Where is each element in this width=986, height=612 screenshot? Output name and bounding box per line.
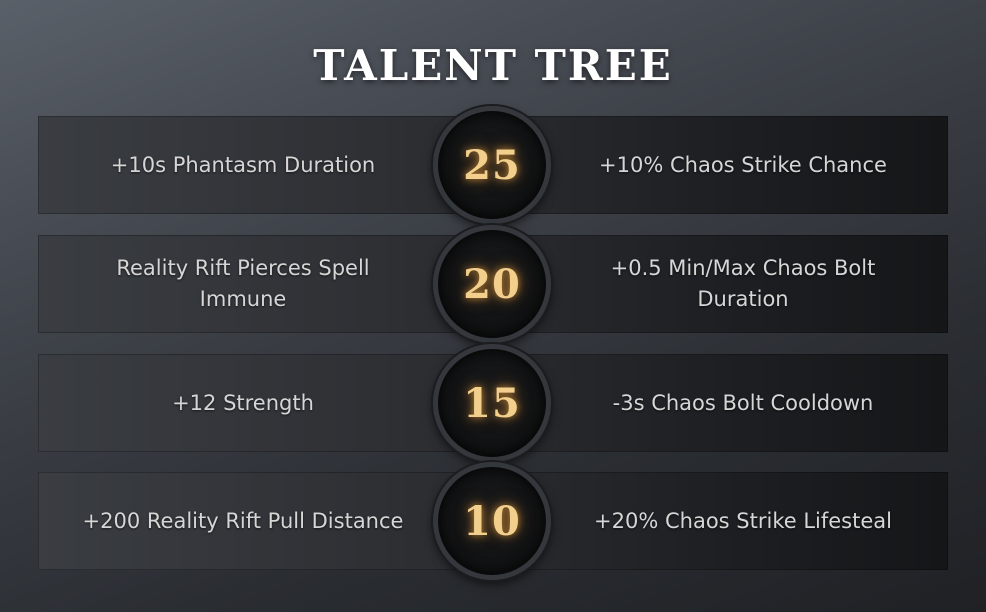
talent-row-10: +200 Reality Rift Pull Distance 10 +20% … [38, 462, 948, 580]
talent-option-left[interactable]: +12 Strength [78, 354, 408, 452]
talent-row-25: +10s Phantasm Duration 25 +10% Chaos Str… [38, 106, 948, 224]
talent-row-15: +12 Strength 15 -3s Chaos Bolt Cooldown [38, 344, 948, 462]
level-badge: 25 [433, 106, 551, 224]
level-number: 20 [463, 260, 521, 308]
talent-tree-title: TALENT TREE [313, 41, 673, 90]
level-badge: 10 [433, 462, 551, 580]
talent-option-right[interactable]: +20% Chaos Strike Lifesteal [588, 472, 898, 570]
level-badge: 20 [433, 225, 551, 343]
talent-option-right[interactable]: +10% Chaos Strike Chance [588, 116, 898, 214]
level-number: 10 [463, 497, 521, 545]
level-number: 15 [463, 379, 521, 427]
talent-option-left[interactable]: +10s Phantasm Duration [78, 116, 408, 214]
level-number: 25 [463, 141, 521, 189]
level-badge: 15 [433, 344, 551, 462]
talent-option-right[interactable]: -3s Chaos Bolt Cooldown [588, 354, 898, 452]
talent-option-right[interactable]: +0.5 Min/Max Chaos Bolt Duration [588, 235, 898, 333]
talent-option-left[interactable]: +200 Reality Rift Pull Distance [78, 472, 408, 570]
talent-row-20: Reality Rift Pierces Spell Immune 20 +0.… [38, 225, 948, 343]
talent-option-left[interactable]: Reality Rift Pierces Spell Immune [78, 235, 408, 333]
